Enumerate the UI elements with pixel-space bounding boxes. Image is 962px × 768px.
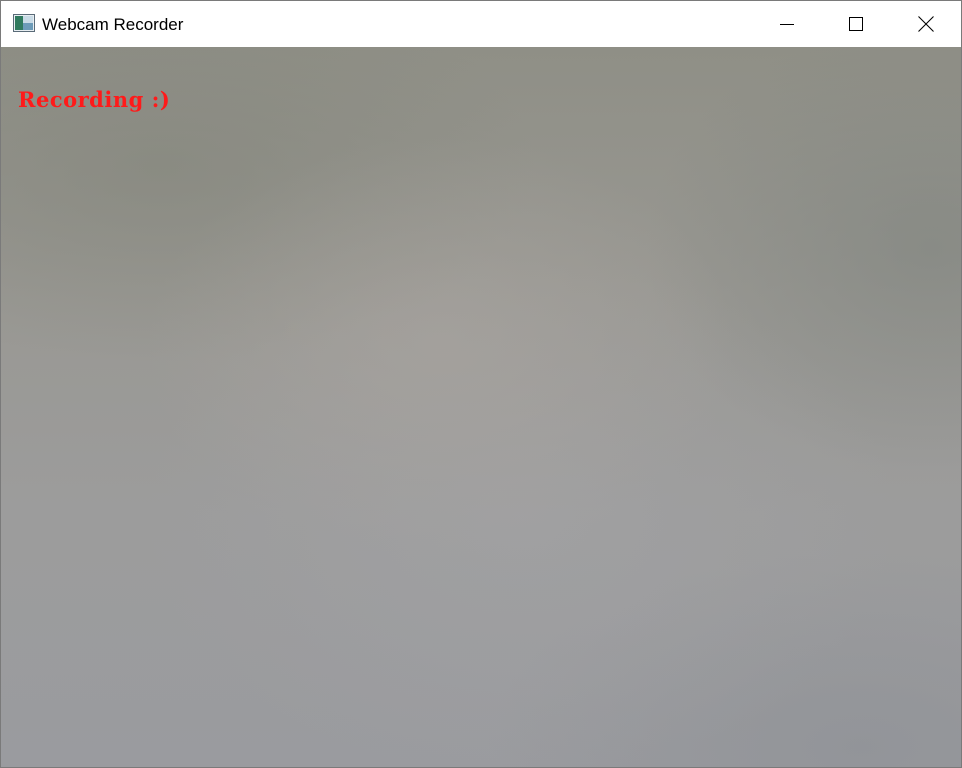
close-icon: [918, 16, 934, 32]
minimize-icon: [780, 17, 794, 31]
window-title: Webcam Recorder: [42, 15, 184, 34]
title-bar[interactable]: Webcam Recorder: [1, 1, 961, 47]
webcam-recorder-window: Webcam Recorder Recording:): [0, 0, 962, 768]
recording-status-text: Recording :): [18, 87, 171, 112]
maximize-icon: [849, 17, 863, 31]
close-button[interactable]: [891, 1, 961, 47]
minimize-button[interactable]: [752, 1, 822, 47]
webcam-video-feed: Recording :): [1, 47, 961, 767]
maximize-button[interactable]: [821, 1, 891, 47]
app-icon[interactable]: [13, 14, 35, 32]
